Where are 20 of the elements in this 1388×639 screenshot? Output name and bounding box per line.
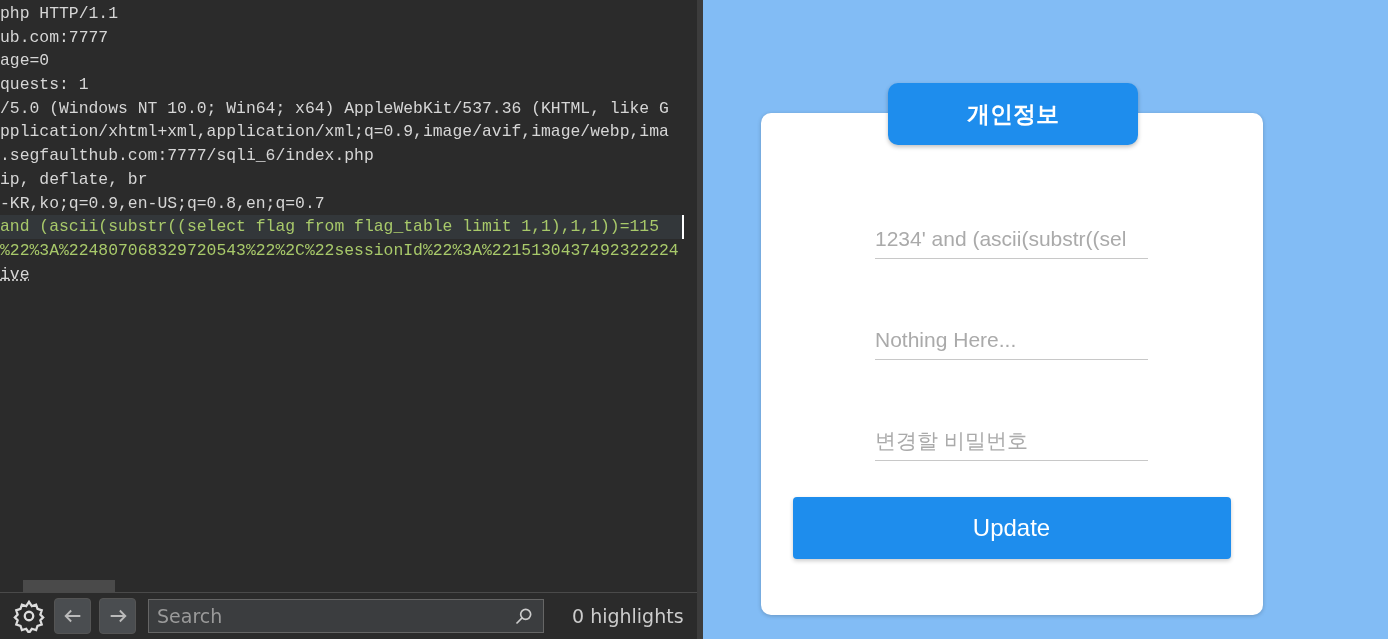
search-field[interactable]: Search bbox=[148, 599, 544, 633]
code-line: ip, deflate, br bbox=[0, 168, 149, 191]
forward-button[interactable] bbox=[99, 598, 136, 634]
back-button[interactable] bbox=[54, 598, 91, 634]
search-icon bbox=[514, 606, 534, 626]
gear-icon[interactable] bbox=[12, 599, 46, 633]
scrollbar-thumb[interactable] bbox=[23, 580, 115, 592]
code-line: ub.com:7777 bbox=[0, 26, 110, 49]
update-button[interactable]: Update bbox=[792, 497, 1231, 559]
code-line: ive bbox=[0, 263, 31, 286]
code-line: -KR,ko;q=0.9,en-US;q=0.8,en;q=0.7 bbox=[0, 192, 326, 215]
code-line: /5.0 (Windows NT 10.0; Win64; x64) AppleWebKit/537.36 (KHTML, like G bbox=[0, 97, 670, 120]
code-line: .segfaulthub.com:7777/sqli_6/index.php bbox=[0, 145, 375, 168]
highlights-count: 0 highlights bbox=[572, 605, 684, 627]
code-line: pplication/xhtml+xml,application/xml;q=0.9,image/avif,image/webp,ima bbox=[0, 121, 670, 144]
code-line: age=0 bbox=[0, 50, 51, 73]
code-line: quests: 1 bbox=[0, 74, 90, 97]
code-line: %22%3A%224807068329720543%22%2C%22sessionId%22%3A%2215130437492322224 bbox=[0, 239, 680, 262]
code-line: php HTTP/1.1 bbox=[0, 3, 120, 25]
form-title: 개인정보 bbox=[887, 83, 1138, 145]
